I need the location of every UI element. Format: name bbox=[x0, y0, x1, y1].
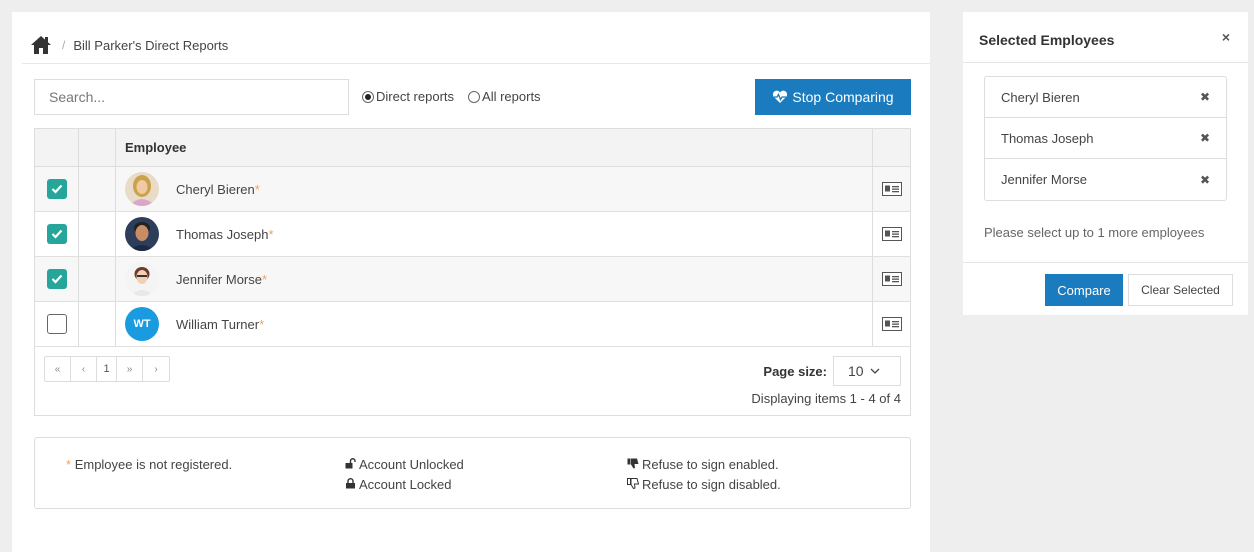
id-card-icon[interactable] bbox=[881, 182, 902, 196]
pager-next[interactable]: » bbox=[117, 357, 143, 381]
table-row: Jennifer Morse* bbox=[35, 257, 910, 302]
employee-name[interactable]: Cheryl Bieren* bbox=[176, 182, 260, 197]
radio-all-reports[interactable]: All reports bbox=[468, 89, 541, 104]
avatar bbox=[125, 217, 159, 251]
check-icon bbox=[51, 184, 62, 194]
legend-locked: Account Locked bbox=[345, 477, 452, 492]
header-spacer-column bbox=[79, 129, 116, 166]
avatar-initials: WT bbox=[125, 307, 159, 341]
main-panel: / Bill Parker's Direct Reports Direct re… bbox=[12, 12, 930, 552]
avatar bbox=[125, 172, 159, 206]
header-divider bbox=[22, 63, 930, 64]
legend-refuse-disabled: Refuse to sign disabled. bbox=[627, 477, 781, 492]
page-size-select[interactable]: 10 bbox=[833, 356, 901, 386]
legend-unlocked: Account Unlocked bbox=[345, 457, 464, 472]
page-size-label: Page size: bbox=[763, 363, 827, 379]
header-checkbox-column bbox=[35, 129, 79, 166]
list-item: Thomas Joseph ✖ bbox=[985, 118, 1226, 159]
selected-employees-panel: Selected Employees × Cheryl Bieren ✖ Tho… bbox=[963, 12, 1248, 315]
grid-header: Employee bbox=[35, 129, 910, 167]
stop-comparing-button[interactable]: Stop Comparing bbox=[755, 79, 911, 115]
report-filter: Direct reports All reports bbox=[362, 89, 555, 104]
header-employee[interactable]: Employee bbox=[116, 129, 872, 166]
pager: « ‹ 1 » › bbox=[44, 356, 170, 382]
list-item: Cheryl Bieren ✖ bbox=[985, 77, 1226, 118]
pager-page[interactable]: 1 bbox=[97, 357, 117, 381]
not-registered-star: * bbox=[259, 316, 265, 332]
check-icon bbox=[51, 229, 62, 239]
employee-name[interactable]: Jennifer Morse* bbox=[176, 272, 267, 287]
breadcrumb: / Bill Parker's Direct Reports bbox=[30, 30, 228, 60]
remove-icon[interactable]: ✖ bbox=[1200, 173, 1210, 187]
thumbs-down-outline-icon bbox=[627, 478, 639, 489]
home-icon[interactable] bbox=[30, 35, 52, 55]
table-row: WT William Turner* bbox=[35, 302, 910, 347]
remove-icon[interactable]: ✖ bbox=[1200, 131, 1210, 145]
employee-grid: Employee Cheryl Bieren* Thomas Joseph* J… bbox=[34, 128, 911, 416]
not-registered-star: * bbox=[268, 226, 274, 242]
row-checkbox[interactable] bbox=[46, 269, 67, 289]
row-checkbox[interactable] bbox=[46, 314, 67, 334]
search-input[interactable] bbox=[34, 79, 349, 115]
radio-unselected-icon[interactable] bbox=[468, 90, 481, 103]
row-checkbox[interactable] bbox=[46, 224, 67, 244]
radio-direct-reports[interactable]: Direct reports bbox=[362, 89, 454, 104]
legend: * Employee is not registered. Account Un… bbox=[34, 437, 911, 509]
heartbeat-icon bbox=[773, 90, 788, 103]
pager-prev[interactable]: ‹ bbox=[71, 357, 97, 381]
selected-list: Cheryl Bieren ✖ Thomas Joseph ✖ Jennifer… bbox=[984, 76, 1227, 201]
breadcrumb-separator: / bbox=[62, 38, 66, 52]
pager-last[interactable]: › bbox=[143, 357, 169, 381]
legend-star: * bbox=[66, 457, 72, 472]
compare-button[interactable]: Compare bbox=[1045, 274, 1123, 306]
panel-divider bbox=[963, 62, 1248, 63]
unlock-icon bbox=[345, 458, 356, 469]
check-icon bbox=[51, 274, 62, 284]
legend-not-registered: * Employee is not registered. bbox=[66, 457, 233, 472]
chevron-down-icon bbox=[870, 368, 880, 374]
radio-selected-icon[interactable] bbox=[362, 90, 374, 103]
selection-hint: Please select up to 1 more employees bbox=[984, 225, 1205, 240]
remove-icon[interactable]: ✖ bbox=[1200, 90, 1210, 104]
thumbs-down-filled-icon bbox=[627, 458, 639, 469]
id-card-icon[interactable] bbox=[881, 227, 902, 241]
id-card-icon[interactable] bbox=[881, 272, 902, 286]
breadcrumb-current: Bill Parker's Direct Reports bbox=[73, 37, 229, 53]
not-registered-star: * bbox=[261, 271, 268, 287]
header-action-column bbox=[872, 129, 910, 166]
not-registered-star: * bbox=[254, 181, 260, 197]
clear-selected-button[interactable]: Clear Selected bbox=[1128, 274, 1233, 306]
page-size: Page size: 10 bbox=[763, 356, 901, 386]
table-row: Thomas Joseph* bbox=[35, 212, 910, 257]
displaying-items: Displaying items 1 - 4 of 4 bbox=[751, 391, 901, 406]
table-row: Cheryl Bieren* bbox=[35, 167, 910, 212]
avatar bbox=[125, 262, 159, 296]
panel-title: Selected Employees bbox=[979, 32, 1115, 48]
id-card-icon[interactable] bbox=[881, 317, 902, 331]
legend-refuse-enabled: Refuse to sign enabled. bbox=[627, 457, 779, 472]
row-checkbox[interactable] bbox=[46, 179, 67, 199]
employee-name[interactable]: William Turner* bbox=[176, 317, 264, 332]
panel-footer-divider bbox=[963, 262, 1248, 263]
list-item: Jennifer Morse ✖ bbox=[1001, 172, 1210, 187]
employee-name[interactable]: Thomas Joseph* bbox=[176, 227, 274, 242]
close-icon[interactable]: × bbox=[1222, 29, 1230, 45]
pager-first[interactable]: « bbox=[45, 357, 71, 381]
lock-icon bbox=[346, 478, 355, 489]
